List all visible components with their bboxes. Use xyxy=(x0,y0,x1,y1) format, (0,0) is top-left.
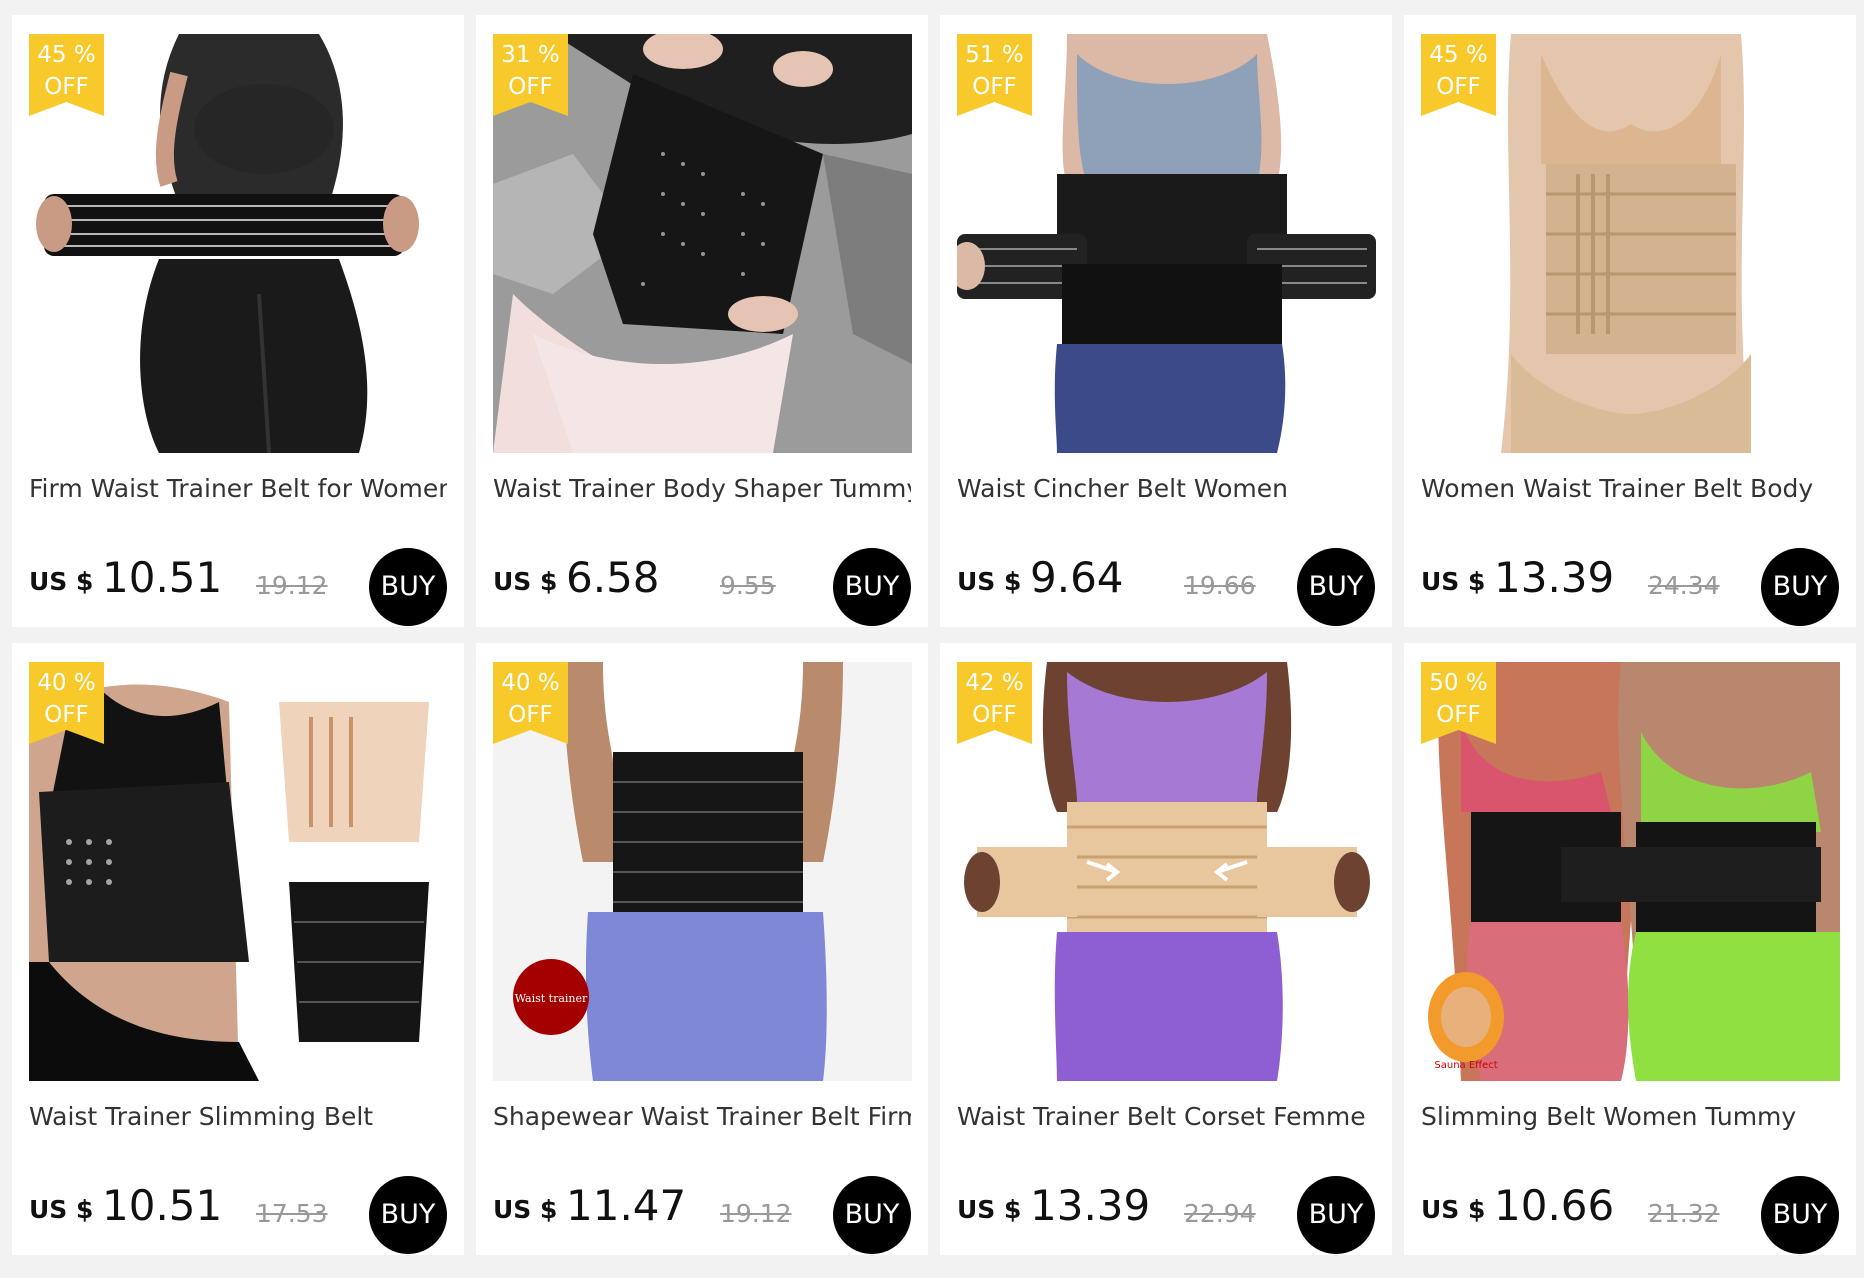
buy-button[interactable]: BUY xyxy=(1761,1176,1839,1254)
product-title[interactable]: Slimming Belt Women Tummy xyxy=(1421,1100,1839,1136)
buy-button[interactable]: BUY xyxy=(1297,548,1375,626)
discount-off-label: OFF xyxy=(508,702,553,728)
price-row: US $ 10.51 17.53 BUY xyxy=(29,1173,447,1254)
sale-price: 11.47 xyxy=(566,1181,687,1230)
product-image[interactable]: 31 % OFF xyxy=(493,34,912,453)
currency-label: US $ xyxy=(29,1195,94,1224)
currency-label: US $ xyxy=(493,1195,558,1224)
sale-price: 10.51 xyxy=(102,553,223,602)
discount-percent: 40 % xyxy=(37,670,96,696)
product-title[interactable]: Women Waist Trainer Belt Body xyxy=(1421,472,1839,508)
discount-off-label: OFF xyxy=(1436,74,1481,100)
original-price: 19.12 xyxy=(256,571,328,600)
product-image[interactable]: Sauna Effect 50 % OFF xyxy=(1421,662,1840,1081)
buy-button[interactable]: BUY xyxy=(833,1176,911,1254)
image-caption-sauna-effect: Sauna Effect xyxy=(1434,1060,1497,1071)
product-card[interactable]: 45 % OFF Women Waist Trainer Belt Body U… xyxy=(1404,15,1856,627)
sale-price: 13.39 xyxy=(1494,553,1615,602)
original-price: 19.66 xyxy=(1184,571,1256,600)
discount-percent: 40 % xyxy=(501,670,560,696)
original-price: 22.94 xyxy=(1184,1199,1256,1228)
price-row: US $ 10.51 19.12 BUY xyxy=(29,545,447,626)
discount-off-label: OFF xyxy=(508,74,553,100)
product-title[interactable]: Waist Trainer Body Shaper Tummy xyxy=(493,472,911,508)
sale-price: 10.66 xyxy=(1494,1181,1615,1230)
price-row: US $ 13.39 24.34 BUY xyxy=(1421,545,1839,626)
original-price: 19.12 xyxy=(720,1199,792,1228)
original-price: 17.53 xyxy=(256,1199,328,1228)
product-image[interactable]: 45 % OFF xyxy=(1421,34,1840,453)
discount-percent: 45 % xyxy=(1429,42,1488,68)
product-card[interactable]: 51 % OFF Waist Cincher Belt Women US $ 9… xyxy=(940,15,1392,627)
product-title[interactable]: Waist Cincher Belt Women xyxy=(957,472,1375,508)
buy-button[interactable]: BUY xyxy=(369,548,447,626)
product-image[interactable]: 42 % OFF xyxy=(957,662,1376,1081)
sale-price: 10.51 xyxy=(102,1181,223,1230)
original-price: 24.34 xyxy=(1648,571,1720,600)
currency-label: US $ xyxy=(1421,1195,1486,1224)
price-row: US $ 13.39 22.94 BUY xyxy=(957,1173,1375,1254)
product-card[interactable]: 45 % OFF Firm Waist Trainer Belt for Wom… xyxy=(12,15,464,627)
sale-price: 13.39 xyxy=(1030,1181,1151,1230)
product-grid: 45 % OFF Firm Waist Trainer Belt for Wom… xyxy=(12,15,1856,1255)
price-row: US $ 9.64 19.66 BUY xyxy=(957,545,1375,626)
original-price: 21.32 xyxy=(1648,1199,1720,1228)
currency-label: US $ xyxy=(493,567,558,596)
product-image[interactable]: 45 % OFF xyxy=(29,34,448,453)
price-row: US $ 10.66 21.32 BUY xyxy=(1421,1173,1839,1254)
discount-off-label: OFF xyxy=(972,702,1017,728)
product-card[interactable]: 40 % OFF Waist Trainer Slimming Belt US … xyxy=(12,643,464,1255)
image-caption-waist-trainer: Waist trainer xyxy=(515,992,588,1005)
discount-off-label: OFF xyxy=(44,702,89,728)
product-image[interactable]: Waist trainer 40 % OFF xyxy=(493,662,912,1081)
product-card[interactable]: Sauna Effect 50 % OFF Slimming Belt Wome… xyxy=(1404,643,1856,1255)
currency-label: US $ xyxy=(957,1195,1022,1224)
discount-off-label: OFF xyxy=(44,74,89,100)
product-card[interactable]: 42 % OFF Waist Trainer Belt Corset Femme… xyxy=(940,643,1392,1255)
price-row: US $ 11.47 19.12 BUY xyxy=(493,1173,911,1254)
buy-button[interactable]: BUY xyxy=(833,548,911,626)
product-title[interactable]: Firm Waist Trainer Belt for Women xyxy=(29,472,447,508)
product-title[interactable]: Shapewear Waist Trainer Belt Firm xyxy=(493,1100,911,1136)
buy-button[interactable]: BUY xyxy=(1761,548,1839,626)
sale-price: 6.58 xyxy=(566,553,660,602)
buy-button[interactable]: BUY xyxy=(1297,1176,1375,1254)
sale-price: 9.64 xyxy=(1030,553,1124,602)
currency-label: US $ xyxy=(957,567,1022,596)
product-image[interactable]: 51 % OFF xyxy=(957,34,1376,453)
discount-percent: 50 % xyxy=(1429,670,1488,696)
currency-label: US $ xyxy=(29,567,94,596)
original-price: 9.55 xyxy=(720,571,776,600)
product-card[interactable]: Waist trainer 40 % OFF Shapewear Waist T… xyxy=(476,643,928,1255)
price-row: US $ 6.58 9.55 BUY xyxy=(493,545,911,626)
product-card[interactable]: 31 % OFF Waist Trainer Body Shaper Tummy… xyxy=(476,15,928,627)
discount-percent: 51 % xyxy=(965,42,1024,68)
discount-percent: 45 % xyxy=(37,42,96,68)
product-title[interactable]: Waist Trainer Slimming Belt xyxy=(29,1100,447,1136)
product-image[interactable]: 40 % OFF xyxy=(29,662,448,1081)
discount-off-label: OFF xyxy=(972,74,1017,100)
discount-percent: 42 % xyxy=(965,670,1024,696)
product-title[interactable]: Waist Trainer Belt Corset Femme xyxy=(957,1100,1375,1136)
discount-off-label: OFF xyxy=(1436,702,1481,728)
discount-percent: 31 % xyxy=(501,42,560,68)
currency-label: US $ xyxy=(1421,567,1486,596)
buy-button[interactable]: BUY xyxy=(369,1176,447,1254)
